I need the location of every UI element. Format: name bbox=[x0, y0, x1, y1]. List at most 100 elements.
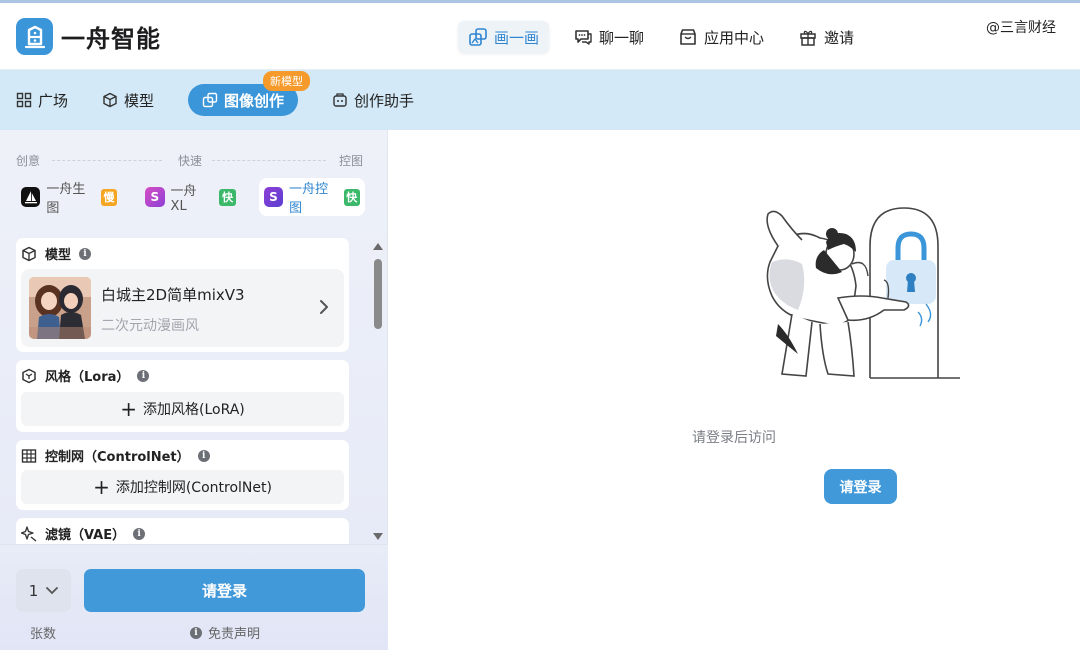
cube-icon bbox=[103, 92, 117, 108]
plus-icon: + bbox=[120, 397, 137, 421]
new-model-badge: 新模型 bbox=[263, 71, 311, 91]
left-panel: 创意 快速 控图 一舟生图 慢 S 一舟 XL 快 S 一舟控图 快 模型 i … bbox=[0, 130, 388, 650]
subnav-plaza[interactable]: 广场 bbox=[16, 84, 68, 116]
plus-icon: + bbox=[93, 475, 110, 499]
subnav-assistant-label: 创作助手 bbox=[354, 91, 415, 110]
mode-label: 一舟生图 bbox=[46, 182, 86, 216]
disclaimer-label: 免责声明 bbox=[208, 627, 261, 642]
topnav-chat-label: 聊一聊 bbox=[599, 28, 645, 47]
model-card: 模型 i 白城主2D简单mixV3 二次元动漫画风 bbox=[16, 238, 349, 352]
scroll-thumb[interactable] bbox=[374, 259, 382, 329]
assistant-icon bbox=[333, 93, 347, 107]
add-style-label: 添加风格(LoRA) bbox=[142, 402, 245, 418]
s-logo-icon: S bbox=[263, 187, 284, 207]
top-nav: 画一画 聊一聊 应用中心 邀请 bbox=[458, 21, 878, 53]
cube-icon bbox=[22, 246, 36, 261]
add-style-lora-button[interactable]: + 添加风格(LoRA) bbox=[21, 392, 344, 426]
topnav-app-center-label: 应用中心 bbox=[704, 28, 765, 47]
chevron-down-icon bbox=[46, 586, 59, 594]
model-card-title: 模型 i bbox=[21, 244, 92, 263]
store-icon bbox=[680, 29, 696, 45]
style-card-title: 风格（Lora） i bbox=[21, 366, 150, 385]
add-controlnet-button[interactable]: + 添加控制网(ControlNet) bbox=[21, 470, 344, 504]
topnav-chat[interactable]: 聊一聊 bbox=[563, 21, 654, 53]
topnav-draw-label: 画一画 bbox=[494, 28, 540, 47]
subnav-image-create[interactable]: 图像创作 新模型 bbox=[188, 71, 311, 116]
topnav-invite-label: 邀请 bbox=[824, 28, 855, 47]
gift-icon bbox=[800, 30, 816, 46]
mode-header-fast: 快速 bbox=[178, 154, 203, 168]
style-lora-card: 风格（Lora） i + 添加风格(LoRA) bbox=[16, 360, 349, 432]
s-logo-icon: S bbox=[145, 187, 165, 207]
generate-footer: 1 请登录 张数 i 免责声明 bbox=[0, 544, 388, 650]
grid-table-icon bbox=[21, 448, 37, 463]
grid-icon bbox=[16, 92, 32, 108]
speed-tag-fast: 快 bbox=[219, 188, 236, 206]
app-name: 一舟智能 bbox=[61, 25, 161, 53]
login-button-main[interactable]: 请登录 bbox=[824, 469, 897, 504]
chevron-right-icon bbox=[320, 300, 328, 314]
topnav-app-center[interactable]: 应用中心 bbox=[668, 21, 774, 53]
quantity-value: 1 bbox=[28, 581, 39, 600]
info-icon[interactable]: i bbox=[197, 449, 210, 462]
login-required-message: 请登录后访问 bbox=[692, 430, 776, 446]
mode-header-control: 控图 bbox=[339, 154, 364, 168]
style-cube-icon bbox=[22, 368, 36, 383]
controlnet-card: 控制网（ControlNet） i + 添加控制网(ControlNet) bbox=[16, 440, 349, 510]
speed-tag-slow: 慢 bbox=[100, 188, 118, 206]
boat-logo-icon bbox=[16, 18, 53, 55]
sparkle-filter-icon bbox=[21, 525, 37, 542]
mode-yizhou-xl[interactable]: S 一舟 XL 快 bbox=[140, 178, 241, 216]
divider bbox=[52, 160, 162, 161]
info-icon[interactable]: i bbox=[137, 369, 150, 382]
quantity-label: 张数 bbox=[30, 627, 57, 642]
topnav-invite[interactable]: 邀请 bbox=[788, 21, 864, 53]
add-controlnet-label: 添加控制网(ControlNet) bbox=[115, 480, 272, 496]
mode-selector: 一舟生图 慢 S 一舟 XL 快 S 一舟控图 快 bbox=[16, 178, 365, 216]
card-title-text: 模型 bbox=[45, 248, 72, 263]
vae-card-title: 滤镜（VAE） i bbox=[21, 524, 146, 543]
subnav-plaza-label: 广场 bbox=[38, 91, 69, 110]
card-title-text: 滤镜（VAE） bbox=[45, 528, 126, 543]
image-create-icon bbox=[202, 92, 218, 108]
mode-header-creative: 创意 bbox=[16, 154, 41, 168]
scrollbar[interactable] bbox=[369, 238, 387, 544]
app-logo[interactable]: 一舟智能 bbox=[16, 18, 161, 55]
card-title-text: 风格（Lora） bbox=[45, 370, 130, 385]
chat-icon bbox=[575, 30, 592, 45]
mode-yizhou-gen[interactable]: 一舟生图 慢 bbox=[16, 178, 122, 216]
model-description: 二次元动漫画风 bbox=[101, 318, 199, 334]
divider bbox=[212, 160, 326, 161]
model-selector[interactable]: 白城主2D简单mixV3 二次元动漫画风 bbox=[21, 269, 344, 347]
info-icon[interactable]: i bbox=[133, 527, 146, 540]
sail-icon bbox=[21, 187, 41, 207]
subnav-assistant[interactable]: 创作助手 bbox=[332, 84, 414, 116]
scroll-up-arrow-icon[interactable] bbox=[373, 243, 383, 250]
card-title-text: 控制网（ControlNet） bbox=[45, 450, 190, 465]
info-icon[interactable]: i bbox=[79, 247, 92, 260]
sub-nav: 广场 模型 图像创作 新模型 创作助手 bbox=[0, 70, 1080, 130]
mode-label: 一舟控图 bbox=[289, 182, 329, 216]
login-button-generate[interactable]: 请登录 bbox=[84, 569, 365, 612]
top-header: 一舟智能 画一画 聊一聊 应用中心 邀请 @三言财经 bbox=[0, 0, 1080, 70]
subnav-image-create-label: 图像创作 bbox=[224, 91, 285, 110]
locked-door-illustration bbox=[766, 207, 960, 379]
info-icon: i bbox=[190, 626, 202, 639]
topnav-draw[interactable]: 画一画 bbox=[458, 21, 550, 53]
controlnet-card-title: 控制网（ControlNet） i bbox=[21, 446, 210, 465]
mode-category-header: 创意 快速 控图 bbox=[16, 152, 365, 168]
scroll-down-arrow-icon[interactable] bbox=[373, 533, 383, 540]
mode-label: 一舟 XL bbox=[170, 184, 197, 214]
subnav-model[interactable]: 模型 bbox=[102, 84, 154, 116]
subnav-model-label: 模型 bbox=[124, 91, 155, 110]
speed-tag-fast: 快 bbox=[343, 188, 360, 206]
quantity-select[interactable]: 1 bbox=[16, 569, 71, 612]
disclaimer-link[interactable]: i 免责声明 bbox=[190, 623, 260, 642]
mode-yizhou-control[interactable]: S 一舟控图 快 bbox=[258, 178, 365, 216]
model-thumbnail bbox=[29, 277, 91, 339]
settings-scroll-area[interactable]: 模型 i 白城主2D简单mixV3 二次元动漫画风 风格（Lora） i + 添… bbox=[16, 238, 349, 544]
draw-icon bbox=[469, 28, 487, 46]
watermark: @三言财经 bbox=[986, 20, 1056, 36]
model-name: 白城主2D简单mixV3 bbox=[101, 286, 245, 304]
vae-card: 滤镜（VAE） i bbox=[16, 518, 349, 544]
